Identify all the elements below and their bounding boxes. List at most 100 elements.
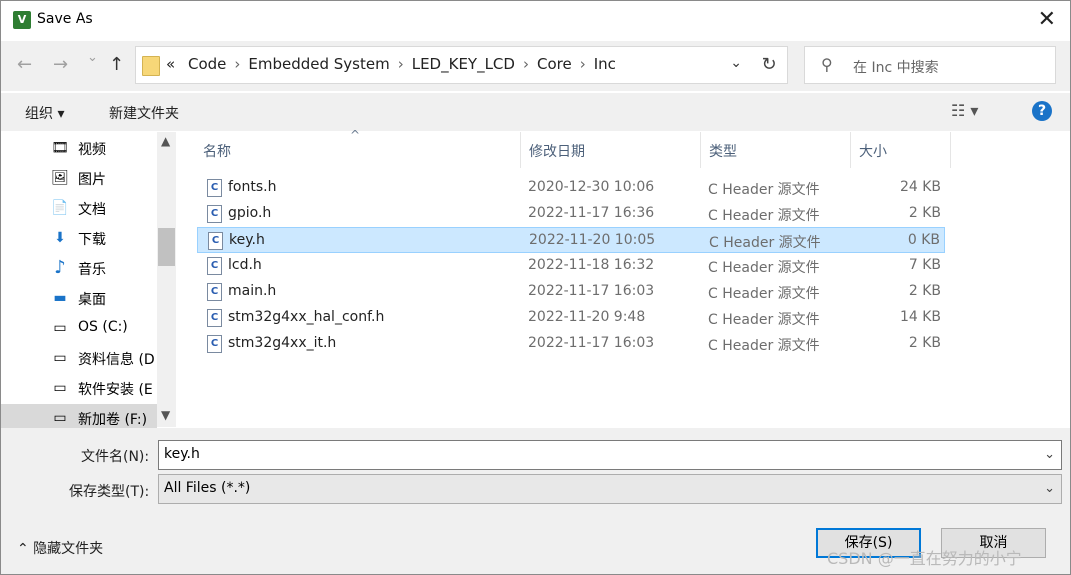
- column-header-name[interactable]: 名称: [195, 132, 521, 168]
- recent-locations-icon[interactable]: ⌄: [87, 50, 98, 65]
- drive-icon: ▭: [53, 350, 67, 366]
- file-row[interactable]: C main.h 2022-11-17 16:03 C Header 源文件 2…: [197, 279, 945, 305]
- breadcrumb-core[interactable]: Core: [537, 55, 572, 73]
- navigation-scrollbar[interactable]: ▲ ▼: [157, 132, 176, 427]
- new-folder-button[interactable]: 新建文件夹: [109, 103, 179, 123]
- sidebar-item-documents[interactable]: 📄 文档: [1, 194, 157, 222]
- c-header-file-icon: C: [207, 309, 222, 327]
- sidebar-item-drive-d[interactable]: ▭ 资料信息 (D: [1, 344, 157, 372]
- breadcrumb-embedded-system[interactable]: Embedded System: [248, 55, 389, 73]
- filetype-select[interactable]: All Files (*.*) ⌄: [158, 474, 1062, 504]
- chevron-down-icon[interactable]: ⌄: [1044, 447, 1055, 462]
- drive-icon: ▭: [53, 380, 67, 396]
- c-header-file-icon: C: [207, 257, 222, 275]
- file-type: C Header 源文件: [708, 260, 820, 276]
- column-header-date[interactable]: 修改日期: [521, 132, 701, 168]
- column-header-size[interactable]: 大小: [851, 132, 951, 168]
- file-name: main.h: [228, 283, 277, 299]
- help-icon[interactable]: ?: [1032, 101, 1052, 121]
- scroll-down-icon[interactable]: ▼: [161, 408, 170, 422]
- sidebar-item-label: 新加卷 (F:): [78, 412, 148, 428]
- c-header-file-icon: C: [207, 179, 222, 197]
- c-header-file-icon: C: [207, 335, 222, 353]
- breadcrumb-separator[interactable]: ›: [523, 55, 529, 73]
- sidebar-item-desktop[interactable]: ▬ 桌面: [1, 284, 157, 312]
- file-date: 2020-12-30 10:06: [528, 179, 655, 195]
- forward-arrow-icon[interactable]: →: [53, 54, 68, 75]
- file-list: ^ 名称 修改日期 类型 大小 C fonts.h 2020-12-30 10:…: [177, 128, 1070, 427]
- search-input[interactable]: 在 Inc 中搜索: [853, 57, 939, 77]
- organize-button[interactable]: 组织 ▾: [25, 103, 64, 123]
- file-row[interactable]: C stm32g4xx_it.h 2022-11-17 16:03 C Head…: [197, 331, 945, 357]
- sidebar-item-label: 视频: [78, 142, 106, 158]
- file-row-selected[interactable]: C key.h 2022-11-20 10:05 C Header 源文件 0 …: [197, 227, 945, 253]
- scroll-up-icon[interactable]: ▲: [161, 134, 170, 148]
- file-date: 2022-11-20 10:05: [529, 232, 656, 248]
- documents-icon: 📄: [51, 200, 69, 216]
- breadcrumb-overflow[interactable]: «: [166, 55, 175, 73]
- save-as-dialog: V Save As ✕ ← → ⌄ ↑ « Code › Embedded Syst…: [0, 0, 1071, 575]
- sidebar-item-label: 桌面: [78, 292, 106, 308]
- sidebar-item-videos[interactable]: 🎞 视频: [1, 134, 157, 162]
- sidebar-item-downloads[interactable]: ⬇ 下载: [1, 224, 157, 252]
- breadcrumb-separator[interactable]: ›: [234, 55, 240, 73]
- refresh-icon[interactable]: ↻: [751, 46, 788, 84]
- address-bar[interactable]: « Code › Embedded System › LED_KEY_LCD › Core ›…: [135, 46, 753, 84]
- music-icon: ♪: [54, 257, 66, 278]
- view-options-icon[interactable]: ☷ ▾: [951, 101, 978, 120]
- up-arrow-icon[interactable]: ↑: [109, 54, 124, 75]
- column-header-label: 修改日期: [529, 144, 585, 160]
- file-name: stm32g4xx_it.h: [228, 335, 337, 351]
- navigation-pane: 🎞 视频 🖼 图片 📄 文档 ⬇ 下载 ♪ 音乐 ▬ 桌面 ▭ OS (C:) …: [1, 132, 176, 432]
- file-type: C Header 源文件: [708, 208, 820, 224]
- file-type: C Header 源文件: [709, 235, 821, 251]
- breadcrumb-code[interactable]: Code: [188, 55, 226, 73]
- file-row[interactable]: C fonts.h 2020-12-30 10:06 C Header 源文件 …: [197, 175, 945, 201]
- file-name: gpio.h: [228, 205, 272, 221]
- c-header-file-icon: C: [208, 232, 223, 250]
- back-arrow-icon[interactable]: ←: [17, 54, 32, 75]
- filename-label: 文件名(N):: [81, 449, 150, 465]
- navigation-bar: ← → ⌄ ↑ « Code › Embedded System › LED_KEY_L…: [1, 41, 1070, 91]
- breadcrumb-led-key-lcd[interactable]: LED_KEY_LCD: [412, 55, 515, 73]
- breadcrumb-separator[interactable]: ›: [398, 55, 404, 73]
- filename-field[interactable]: key.h ⌄: [158, 440, 1062, 470]
- video-icon: 🎞: [51, 140, 69, 156]
- os-drive-icon: ▭: [53, 320, 67, 336]
- sidebar-item-label: 文档: [78, 202, 106, 218]
- search-box[interactable]: ⚲ 在 Inc 中搜索: [804, 46, 1056, 84]
- column-header-type[interactable]: 类型: [701, 132, 851, 168]
- address-dropdown-icon[interactable]: ⌄: [730, 55, 742, 71]
- file-date: 2022-11-20 9:48: [528, 309, 646, 325]
- search-icon: ⚲: [821, 55, 833, 74]
- file-date: 2022-11-17 16:36: [528, 205, 655, 221]
- column-header-label: 名称: [203, 144, 231, 160]
- sidebar-item-label: 下载: [78, 232, 106, 248]
- file-size: 7 KB: [908, 257, 941, 273]
- file-name: lcd.h: [228, 257, 262, 273]
- breadcrumb: « Code › Embedded System › LED_KEY_LCD › Core ›…: [166, 55, 616, 73]
- sidebar-item-drive-e[interactable]: ▭ 软件安装 (E: [1, 374, 157, 402]
- sidebar-item-pictures[interactable]: 🖼 图片: [1, 164, 157, 192]
- scrollbar-thumb[interactable]: [158, 228, 175, 266]
- watermark-text: CSDN @一直在努力的小宁: [827, 549, 1022, 568]
- file-row[interactable]: C stm32g4xx_hal_conf.h 2022-11-20 9:48 C…: [197, 305, 945, 331]
- close-icon[interactable]: ✕: [1038, 7, 1056, 32]
- file-size: 24 KB: [899, 179, 941, 195]
- file-type: C Header 源文件: [708, 312, 820, 328]
- breadcrumb-separator[interactable]: ›: [580, 55, 586, 73]
- sidebar-item-music[interactable]: ♪ 音乐: [1, 254, 157, 282]
- file-name: stm32g4xx_hal_conf.h: [228, 309, 385, 325]
- sidebar-item-label: OS (C:): [78, 319, 128, 335]
- hide-folders-toggle[interactable]: ⌃ 隐藏文件夹: [17, 538, 103, 558]
- file-size: 0 KB: [907, 232, 940, 248]
- filename-value: key.h: [164, 446, 200, 462]
- folder-icon: [142, 56, 160, 76]
- column-header-label: 类型: [709, 144, 737, 160]
- file-row[interactable]: C gpio.h 2022-11-17 16:36 C Header 源文件 2…: [197, 201, 945, 227]
- file-row[interactable]: C lcd.h 2022-11-18 16:32 C Header 源文件 7 …: [197, 253, 945, 279]
- sidebar-item-os-c[interactable]: ▭ OS (C:): [1, 314, 157, 342]
- column-header-label: 大小: [859, 144, 887, 160]
- breadcrumb-inc[interactable]: Inc: [594, 55, 616, 73]
- file-type: C Header 源文件: [708, 338, 820, 354]
